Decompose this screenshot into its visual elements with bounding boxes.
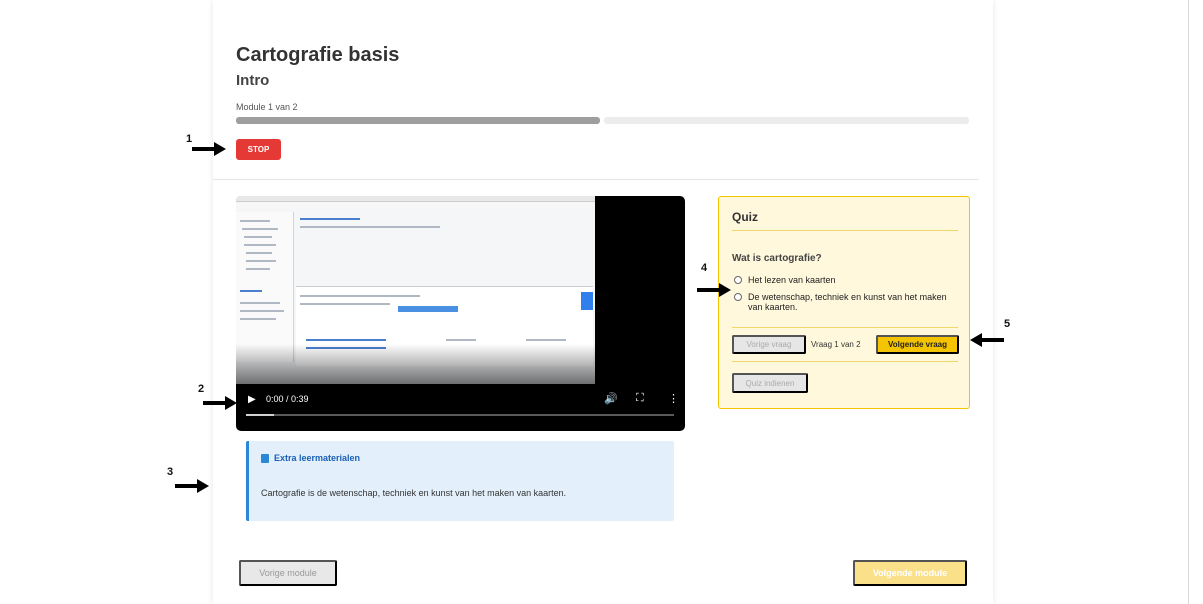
- quiz-option[interactable]: De wetenschap, techniek en kunst van het…: [734, 292, 949, 312]
- previous-question-button[interactable]: Vorige vraag: [732, 335, 806, 354]
- stop-button[interactable]: STOP: [236, 139, 281, 160]
- arrow-right-icon: [697, 283, 731, 297]
- video-frame-line: [244, 236, 272, 238]
- video-frame-line: [446, 339, 476, 341]
- quiz-option[interactable]: Het lezen van kaarten: [734, 275, 836, 285]
- play-icon[interactable]: ▶: [248, 394, 256, 405]
- video-frame-menubar: [236, 203, 595, 209]
- video-frame-line: [306, 339, 386, 341]
- video-time: 0:00 / 0:39: [266, 394, 309, 404]
- question-counter: Vraag 1 van 2: [811, 340, 861, 349]
- video-frame-line: [240, 220, 270, 222]
- video-frame-line: [244, 244, 276, 246]
- video-frame-highlight: [398, 306, 458, 312]
- quiz-option-label: Het lezen van kaarten: [748, 275, 836, 285]
- arrow-left-icon: [970, 333, 1004, 347]
- quiz-panel: Quiz Wat is cartografie? Het lezen van k…: [718, 196, 970, 409]
- page-edge: [1188, 0, 1189, 604]
- video-frame-line: [300, 226, 440, 228]
- video-frame-line: [240, 290, 262, 292]
- submit-quiz-button[interactable]: Quiz indienen: [732, 373, 808, 393]
- volume-icon[interactable]: 🔊: [604, 392, 618, 405]
- arrow-right-icon: [192, 142, 226, 156]
- video-scrubber[interactable]: [246, 414, 674, 416]
- extra-materials-title: Extra leermaterialen: [274, 453, 361, 463]
- video-frame-line: [240, 302, 280, 304]
- progress-label: Module 1 van 2: [236, 102, 298, 112]
- quiz-title: Quiz: [732, 210, 758, 224]
- extra-materials-box: Extra leermaterialen Cartografie is de w…: [246, 441, 674, 521]
- video-frame-line: [246, 268, 270, 270]
- extra-materials-header: Extra leermaterialen: [261, 453, 360, 463]
- video-frame-sidebar: [236, 212, 294, 362]
- video-player[interactable]: ▶ 0:00 / 0:39 🔊 ⛶ ⋮: [236, 196, 685, 431]
- divider: [732, 230, 958, 231]
- next-question-button[interactable]: Volgende vraag: [876, 335, 959, 354]
- video-frame-shade: [236, 344, 595, 384]
- quiz-option-label: De wetenschap, techniek en kunst van het…: [748, 292, 947, 312]
- video-frame-line: [526, 339, 566, 341]
- video-frame-line: [240, 318, 276, 320]
- page: Cartografie basis Intro Module 1 van 2 S…: [0, 0, 1203, 604]
- video-frame-line: [246, 260, 276, 262]
- video-frame-titlebar: [236, 196, 595, 202]
- radio-button[interactable]: [734, 276, 742, 284]
- annotation-number: 3: [167, 466, 174, 478]
- progress-segment-remaining: [604, 117, 969, 124]
- extra-materials-text: Cartografie is de wetenschap, techniek e…: [261, 488, 567, 498]
- video-frame-line: [240, 310, 284, 312]
- video-controls: ▶ 0:00 / 0:39 🔊 ⛶ ⋮: [236, 386, 685, 431]
- divider: [732, 327, 958, 328]
- video-frame: [236, 196, 595, 384]
- annotation-number: 2: [198, 383, 205, 395]
- previous-module-button[interactable]: Vorige module: [239, 560, 337, 586]
- quiz-question: Wat is cartografie?: [732, 253, 822, 264]
- divider: [732, 361, 958, 362]
- video-frame-line: [300, 303, 390, 305]
- book-icon: [261, 453, 269, 463]
- progress-bar: [236, 117, 969, 124]
- module-card: Cartografie basis Intro Module 1 van 2 S…: [213, 0, 993, 604]
- video-scrubber-progress: [246, 414, 274, 416]
- video-frame-line: [300, 218, 360, 220]
- arrow-right-icon: [203, 396, 237, 410]
- video-frame-line: [246, 252, 272, 254]
- divider: [213, 179, 979, 180]
- annotation-number: 5: [1004, 318, 1011, 330]
- radio-button[interactable]: [734, 293, 742, 301]
- annotation-number: 4: [701, 262, 708, 274]
- module-title: Intro: [236, 72, 270, 89]
- course-title: Cartografie basis: [236, 44, 400, 66]
- video-frame-line: [300, 295, 420, 297]
- video-frame-line: [242, 228, 278, 230]
- video-frame-badge: [581, 292, 593, 310]
- progress-segment-complete: [236, 117, 600, 124]
- arrow-right-icon: [175, 479, 209, 493]
- more-vertical-icon[interactable]: ⋮: [668, 392, 679, 405]
- fullscreen-icon[interactable]: ⛶: [636, 392, 644, 405]
- next-module-button[interactable]: Volgende module: [853, 560, 967, 586]
